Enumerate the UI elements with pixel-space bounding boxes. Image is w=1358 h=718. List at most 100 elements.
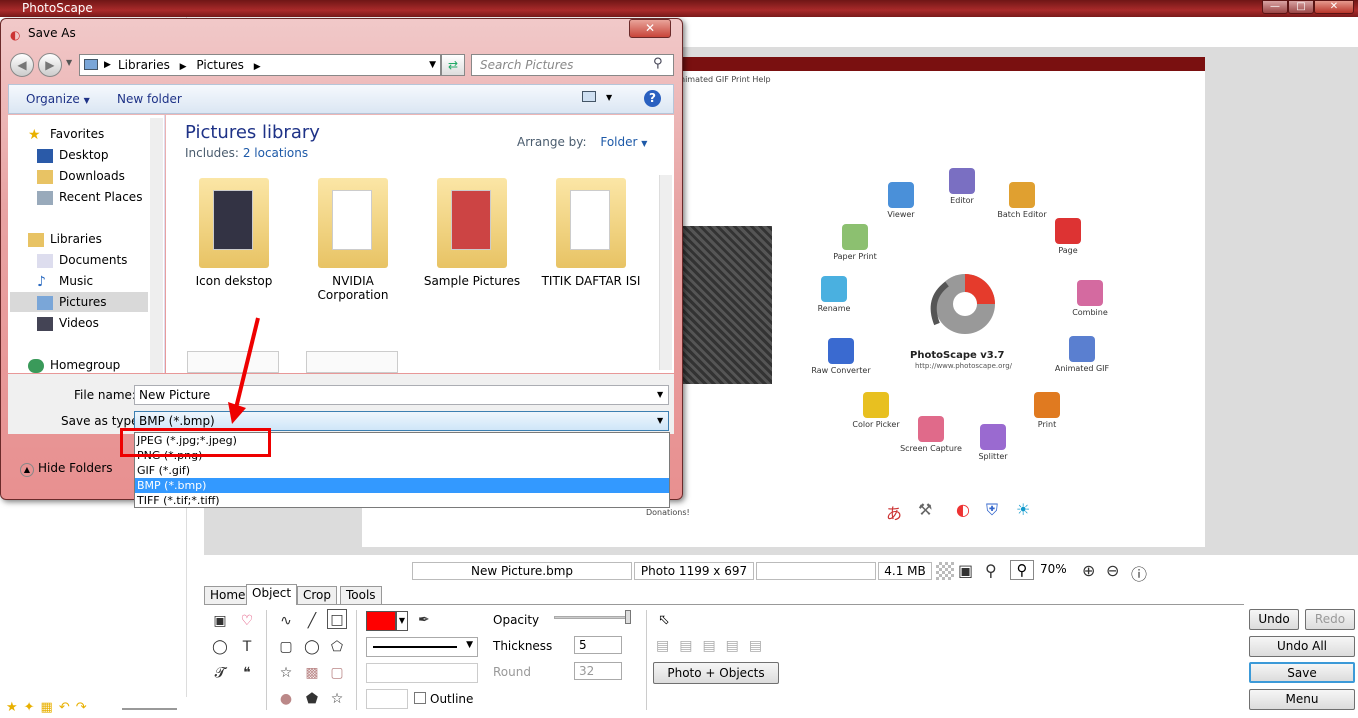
tab-home[interactable]: Home (204, 586, 252, 604)
arrow-style-select[interactable] (366, 663, 478, 683)
rounded-rect-icon[interactable]: ▢ (276, 637, 296, 657)
balloon-icon[interactable]: ◯ (210, 637, 230, 657)
rectangle-select-icon[interactable]: □ (327, 609, 347, 629)
donations-link[interactable]: Donations! (646, 508, 690, 517)
sun-icon[interactable]: ☀ (1016, 500, 1030, 519)
file-scrollbar[interactable] (659, 175, 672, 370)
refresh-icon[interactable]: ⇄ (441, 54, 465, 76)
maximize-button[interactable]: □ (1288, 0, 1314, 14)
organize-button[interactable]: Organize ▼ (26, 92, 90, 106)
locations-link[interactable]: 2 locations (243, 146, 308, 160)
outline-checkbox[interactable] (414, 692, 426, 704)
color-swatch[interactable] (366, 611, 396, 631)
file-thumbnail[interactable] (306, 351, 398, 373)
breadcrumb-pictures[interactable]: Pictures (196, 58, 244, 72)
shield-icon[interactable]: ⛨ (986, 500, 998, 520)
page-launch[interactable]: Page (1033, 218, 1103, 255)
option-bmp[interactable]: BMP (*.bmp) (135, 478, 669, 493)
close-app-button[interactable]: ✕ (1314, 0, 1354, 14)
color-dropdown[interactable]: ▼ (396, 611, 408, 631)
back-icon[interactable]: ◀ (10, 53, 34, 77)
nav-homegroup[interactable]: Homegroup (28, 355, 168, 375)
combine-launch[interactable]: Combine (1055, 280, 1125, 317)
save-type-dropdown-icon[interactable]: ▼ (657, 416, 663, 425)
filled-rect-icon[interactable]: ▩ (302, 663, 322, 683)
raw-converter-launch[interactable]: Raw Converter (806, 338, 876, 375)
undo-button[interactable]: Undo (1249, 609, 1299, 630)
viewer-launch[interactable]: Viewer (866, 182, 936, 219)
text-box-icon[interactable]: 𝓣 (210, 663, 230, 683)
file-name-dropdown-icon[interactable]: ▼ (657, 390, 663, 399)
new-folder-button[interactable]: New folder (117, 92, 182, 106)
view-dropdown-icon[interactable]: ▼ (606, 93, 612, 102)
heart-icon[interactable]: ♡ (237, 611, 257, 631)
lasso-icon[interactable]: ∿ (276, 611, 296, 631)
recent-locations-icon[interactable]: ▼ (66, 58, 72, 67)
color-picker-launch[interactable]: Color Picker (841, 392, 911, 429)
tools-icon[interactable]: ⚒ (918, 500, 932, 519)
shadow-select[interactable] (366, 689, 408, 709)
address-dropdown-icon[interactable]: ▼ (429, 55, 436, 75)
menu-button[interactable]: Menu (1249, 689, 1355, 710)
zoom-in-icon[interactable]: ⊕ (1082, 561, 1095, 580)
pentagon-icon[interactable]: ⬠ (327, 637, 347, 657)
text-icon[interactable]: T (237, 637, 257, 657)
tab-crop[interactable]: Crop (297, 586, 338, 604)
file-name-input[interactable]: New Picture (134, 385, 669, 405)
search-input[interactable]: Search Pictures (471, 54, 674, 76)
opacity-slider[interactable] (554, 616, 630, 619)
eyedropper-icon[interactable]: ✒ (418, 612, 430, 628)
filled-circle-icon[interactable]: ● (276, 689, 296, 709)
photo-object-icon[interactable]: ▣ (210, 611, 230, 631)
arrange-by-select[interactable]: Folder (600, 135, 637, 149)
hide-folders-button[interactable]: ▲ Hide Folders (20, 461, 113, 477)
browser-tool-icons[interactable]: ★✦▦↶↷ (6, 700, 93, 715)
folder-item[interactable]: Icon dekstop (179, 178, 289, 288)
nav-pictures[interactable]: Pictures (10, 292, 148, 312)
help-icon[interactable]: ? (644, 90, 661, 107)
dialog-close-button[interactable]: ✕ (629, 19, 671, 38)
tab-object[interactable]: Object (246, 584, 298, 605)
zoom-fit-icon[interactable]: ⚲ (985, 561, 997, 580)
option-tiff[interactable]: TIFF (*.tif;*.tiff) (135, 493, 669, 508)
address-bar[interactable]: ▶ Libraries ▶ Pictures ▶ ▼ (79, 54, 441, 76)
zoom-actual-icon[interactable]: ⚲ (1010, 560, 1034, 580)
save-button[interactable]: Save (1249, 662, 1355, 683)
filled-pentagon-icon[interactable]: ⬟ (302, 689, 322, 709)
view-icon[interactable] (582, 91, 596, 102)
photoscape-small-icon[interactable]: ◐ (956, 500, 970, 519)
info-icon[interactable]: ⓘ (1131, 561, 1147, 585)
folder-item[interactable]: Sample Pictures (417, 178, 527, 288)
zoom-out-icon[interactable]: ⊖ (1106, 561, 1119, 580)
arrange-icons[interactable]: ▤▤▤▤▤ (656, 638, 772, 654)
star-icon[interactable]: ☆ (276, 663, 296, 683)
nav-favorites[interactable]: ★ Favorites (28, 124, 168, 144)
line-icon[interactable]: ╱ (302, 611, 322, 631)
photo-objects-button[interactable]: Photo + Objects (653, 662, 779, 684)
folder-item[interactable]: NVIDIA Corporation (298, 178, 408, 302)
batch-editor-launch[interactable]: Batch Editor (987, 182, 1057, 219)
splitter-launch[interactable]: Splitter (958, 424, 1028, 461)
minimize-button[interactable]: — (1262, 0, 1288, 14)
thickness-spinner[interactable]: 5 (574, 636, 622, 654)
redo-button[interactable]: Redo (1305, 609, 1355, 630)
circle-icon[interactable]: ◯ (302, 637, 322, 657)
animated-gif-launch[interactable]: Animated GIF (1047, 336, 1117, 373)
paper-print-launch[interactable]: Paper Print (820, 224, 890, 261)
filled-star-icon[interactable]: ☆ (327, 689, 347, 709)
fit-icon[interactable]: ▣ (958, 561, 973, 580)
undo-all-button[interactable]: Undo All (1249, 636, 1355, 657)
folder-item[interactable]: TITIK DAFTAR ISI (536, 178, 646, 288)
transparency-icon[interactable] (936, 562, 954, 580)
pointer-icon[interactable]: ⬁ (658, 612, 670, 628)
filled-rounded-icon[interactable]: ▢ (327, 663, 347, 683)
tab-tools[interactable]: Tools (340, 586, 382, 604)
thumb-size-slider[interactable] (122, 708, 177, 710)
breadcrumb-libraries[interactable]: Libraries (118, 58, 170, 72)
quote-icon[interactable]: ❝ (237, 663, 257, 683)
language-icon[interactable]: あ (886, 500, 902, 524)
forward-icon[interactable]: ▶ (37, 53, 62, 77)
nav-libraries[interactable]: Libraries (28, 229, 168, 249)
rename-launch[interactable]: Rename (799, 276, 869, 313)
round-spinner[interactable]: 32 (574, 662, 622, 680)
